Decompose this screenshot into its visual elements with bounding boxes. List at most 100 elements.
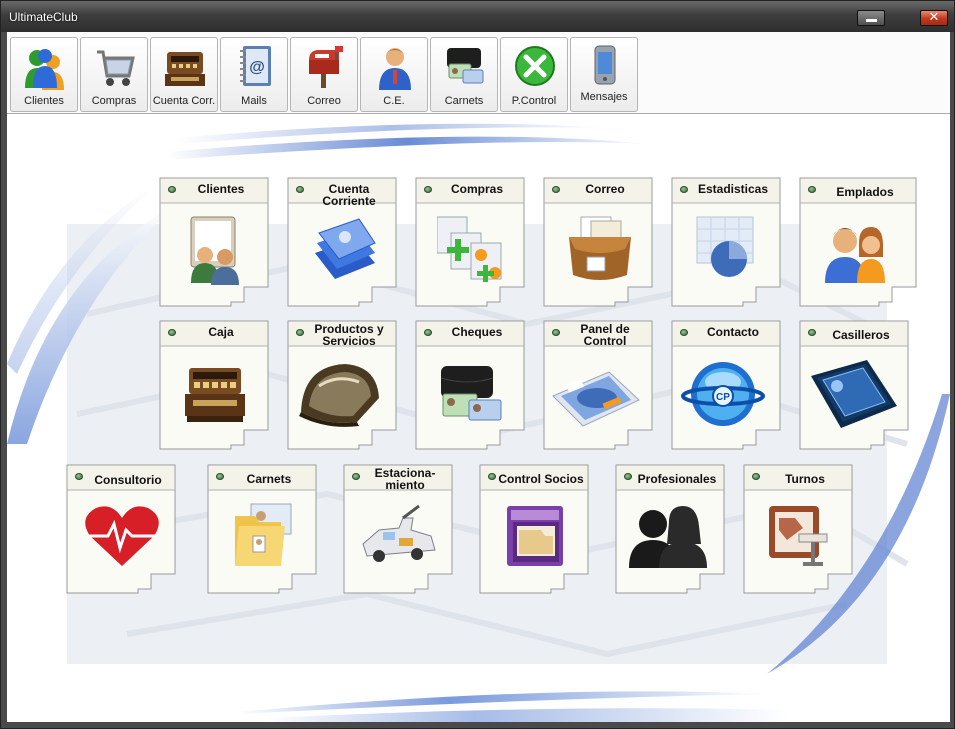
tile-emplados[interactable]: Emplados [799,177,917,307]
status-dot [624,473,632,480]
status-dot [75,473,83,480]
lockers-icon [811,360,897,428]
svg-text:CP: CP [716,392,730,403]
id-card-folder-icon [235,503,292,566]
tile-label: Contacto [707,325,759,339]
contact-globe-icon: CP [681,362,765,426]
status-dot [680,329,688,336]
tile-label: Turnos [785,472,825,486]
tile-casilleros[interactable]: Casilleros [799,320,909,450]
status-dot [752,473,760,480]
control-panel-icon [552,371,640,427]
tile-carnets[interactable]: Carnets [207,464,317,594]
toolbar-label: Mails [241,95,267,107]
tile-consultorio[interactable]: Consultorio [66,464,176,594]
wallet-cards-icon [447,48,484,84]
mailbox-icon [309,46,343,88]
tile-estadisticas[interactable]: Estadisticas [671,177,781,307]
toolbar-label: Cuenta Corr. [152,95,216,107]
silhouettes-icon [629,506,707,568]
tile-label: Carnets [246,472,292,486]
tile-label: Clientes [197,182,245,196]
status-dot [680,186,688,193]
tile-label: Casilleros [832,328,890,342]
status-dot [808,329,816,336]
tile-cheques[interactable]: Cheques [415,320,525,450]
toolbar-label: Carnets [444,95,484,107]
status-dot [552,186,560,193]
status-dot [552,329,560,336]
app-window: UltimateClub ✕ Clientes Compras Cuenta C… [0,0,955,729]
cash-register-icon [185,368,245,422]
toolbar-label: Correo [307,95,341,107]
tile-control-socios[interactable]: Control Socios [479,464,589,594]
tile-compras[interactable]: Compras [415,177,525,307]
toolbar-carnets-button[interactable]: Carnets [430,37,498,112]
toolbar-mails-button[interactable]: @ Mails [220,37,288,112]
tile-label: Productos y Servicios [314,322,384,348]
tile-label: Compras [450,182,503,196]
tile-label: Consultorio [94,473,162,487]
toolbar-label: Mensajes [580,91,628,103]
tools-icon [515,46,555,86]
status-dot [352,473,360,480]
tile-contacto[interactable]: Contacto CP [671,320,781,450]
svg-text:@: @ [249,59,265,76]
tile-caja[interactable]: Caja [159,320,269,450]
status-dot [168,329,176,336]
minimize-button[interactable] [857,10,885,26]
shopping-cart-icon [97,50,135,86]
employees-icon [825,227,885,283]
toolbar-mensajes-button[interactable]: Mensajes [570,37,638,112]
thinking-person-icon [379,48,411,90]
status-dot [296,186,304,193]
clients-folder-icon [190,216,239,285]
close-icon: ✕ [928,10,940,25]
status-dot [216,473,224,480]
toolbar-label: Compras [91,95,137,107]
tile-label: Profesionales [637,472,717,486]
tile-label: Cheques [451,325,503,339]
pie-chart-icon [696,216,754,277]
tile-productos-servicios[interactable]: Productos y Servicios [287,320,397,450]
toolbar-correo-button[interactable]: Correo [290,37,358,112]
close-button[interactable]: ✕ [920,10,948,26]
tile-clientes[interactable]: Clientes [159,177,269,307]
tile-turnos[interactable]: Turnos [743,464,853,594]
clients-icon [25,49,64,90]
status-dot [424,186,432,193]
toolbar-clientes-button[interactable]: Clientes [10,37,78,112]
mail-book-icon: @ [240,46,271,86]
tile-panel-de-control[interactable]: Panel de Control [543,320,653,450]
status-dot [808,186,816,193]
status-dot [488,473,496,480]
title-bar: UltimateClub ✕ [1,1,954,32]
toolbar-pcontrol-button[interactable]: P.Control [500,37,568,112]
toolbar-label: C.E. [383,95,405,107]
mail-bag-icon [569,216,631,280]
schedule-board-icon [769,506,828,566]
tile-profesionales[interactable]: Profesionales [615,464,725,594]
tile-label: Control Socios [498,472,584,486]
tile-correo[interactable]: Correo [543,177,653,307]
tile-label: Estadisticas [697,182,769,196]
accounts-stack-icon [315,218,376,279]
tile-cuenta-corriente[interactable]: Cuenta Corriente [287,177,397,307]
tile-label: Caja [208,325,234,339]
window-title: UltimateClub [9,10,78,24]
tile-estacionamiento[interactable]: Estaciona-miento [343,464,453,594]
tile-label: Panel de Control [580,322,630,348]
toolbar-cuenta-corr-button[interactable]: Cuenta Corr. [150,37,218,112]
toolbar-compras-button[interactable]: Compras [80,37,148,112]
cash-register-icon [165,52,205,86]
phone-icon [594,45,616,85]
wallet-icon [440,366,502,421]
toolbar: Clientes Compras Cuenta Corr. @ Mails Co… [7,32,950,114]
heart-pulse-icon [85,506,159,566]
tow-truck-icon [362,504,436,562]
toolbar-ce-button[interactable]: C.E. [360,37,428,112]
status-dot [168,186,176,193]
status-dot [296,329,304,336]
helmet-icon [299,364,379,427]
tile-label: Emplados [836,185,894,199]
